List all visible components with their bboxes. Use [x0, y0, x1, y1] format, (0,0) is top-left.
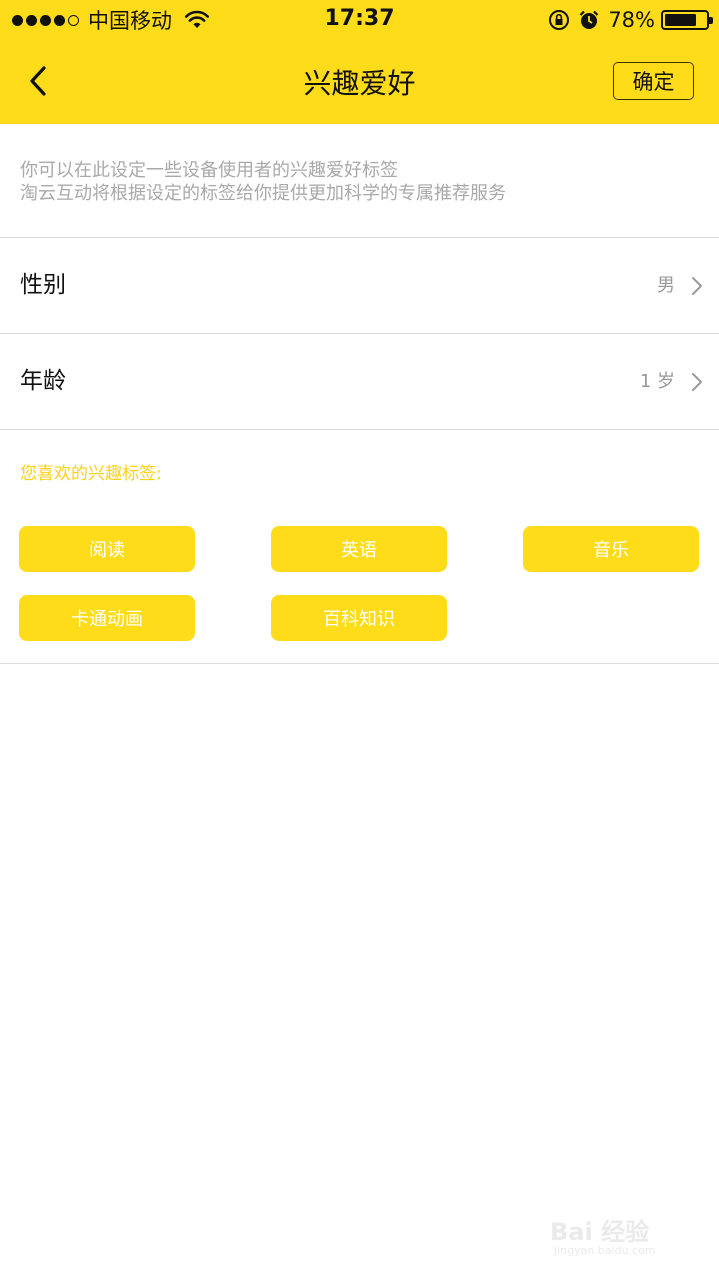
age-value: 1 岁 [639, 371, 675, 392]
watermark-url: jingyan.baidu.com [554, 1244, 656, 1257]
divider [0, 663, 719, 664]
tag-english[interactable]: 英语 [271, 526, 447, 572]
watermark: Bai 经验 jingyan.baidu.com [550, 1200, 690, 1266]
tag-reading[interactable]: 阅读 [19, 526, 195, 572]
tag-cartoon[interactable]: 卡通动画 [19, 595, 195, 641]
gender-row[interactable]: 性别 男 [0, 238, 719, 333]
chevron-right-icon [692, 373, 702, 391]
confirm-button[interactable]: 确定 [613, 62, 694, 100]
gender-value: 男 [657, 275, 675, 296]
page-title: 兴趣爱好 [303, 67, 416, 100]
rotation-lock-icon [549, 10, 570, 30]
divider [0, 429, 719, 430]
description: 你可以在此设定一些设备使用者的兴趣爱好标签 淘云互动将根据设定的标签给你提供更加… [20, 159, 506, 205]
status-bar: 中国移动 17:37 78% [0, 0, 719, 40]
battery-percent: 78% [608, 8, 655, 32]
age-row[interactable]: 年龄 1 岁 [0, 334, 719, 429]
battery-icon [661, 10, 713, 30]
description-line-2: 淘云互动将根据设定的标签给你提供更加科学的专属推荐服务 [20, 183, 506, 204]
watermark-logo: Bai 经验 [550, 1218, 650, 1246]
chevron-right-icon [692, 277, 702, 295]
gender-label: 性别 [20, 272, 66, 298]
interest-tags-title: 您喜欢的兴趣标签: [20, 464, 162, 484]
description-line-1: 你可以在此设定一些设备使用者的兴趣爱好标签 [20, 160, 398, 181]
status-right: 78% [540, 6, 713, 34]
tag-encyclopedia[interactable]: 百科知识 [271, 595, 447, 641]
app-header: 中国移动 17:37 78% 兴趣爱好 确定 [0, 0, 719, 124]
battery-level [665, 14, 697, 26]
age-label: 年龄 [20, 368, 66, 394]
alarm-icon [580, 10, 599, 29]
tag-music[interactable]: 音乐 [523, 526, 699, 572]
